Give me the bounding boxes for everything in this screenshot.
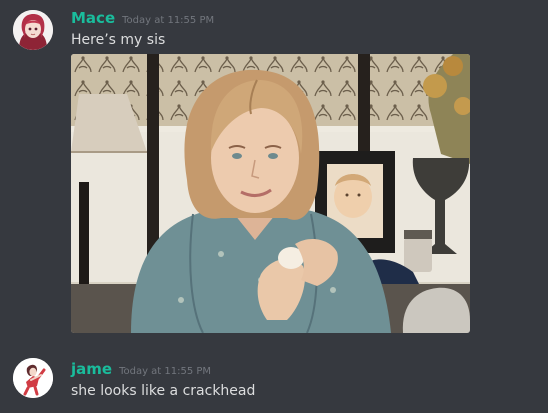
user-avatar-jame[interactable] (13, 358, 53, 398)
message-text: she looks like a crackhead (71, 383, 256, 399)
message-group-1: Mace Today at 11:55 PM Here’s my sis (0, 0, 548, 340)
message-header-2: jame Today at 11:55 PM (71, 360, 211, 380)
anime-avatar-icon (13, 358, 53, 398)
user-avatar-mace[interactable] (13, 10, 53, 50)
message-timestamp: Today at 11:55 PM (122, 15, 215, 26)
author-name[interactable]: jame (71, 360, 112, 378)
author-name[interactable]: Mace (71, 9, 115, 27)
anime-avatar-icon (13, 10, 53, 50)
photo-image (71, 54, 470, 333)
message-timestamp: Today at 11:55 PM (119, 366, 212, 377)
message-text: Here’s my sis (71, 32, 166, 48)
message-group-2: jame Today at 11:55 PM she looks like a … (0, 345, 548, 413)
message-header-1: Mace Today at 11:55 PM (71, 9, 214, 29)
image-attachment[interactable] (71, 54, 470, 333)
